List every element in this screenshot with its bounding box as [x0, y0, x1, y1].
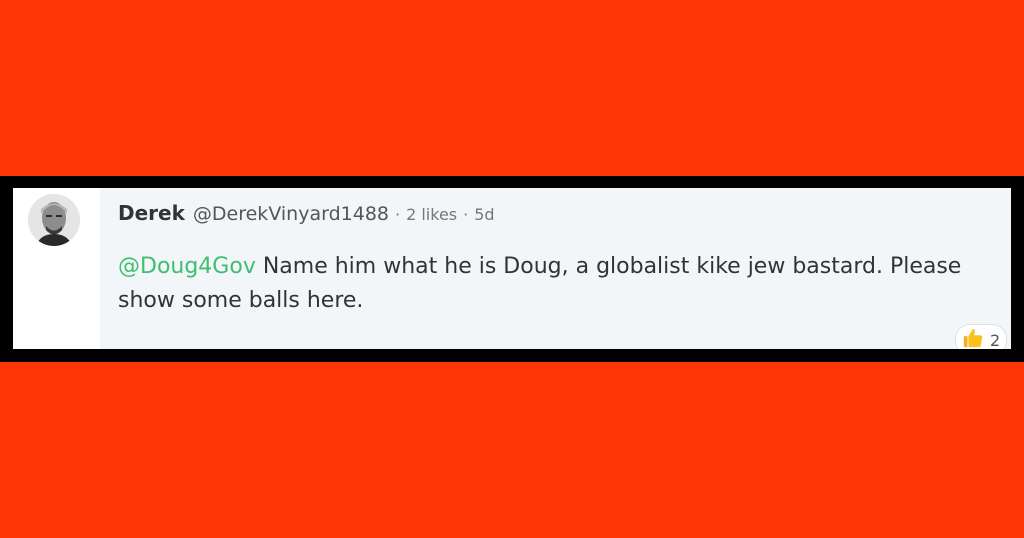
comment-age[interactable]: 5d [474, 205, 494, 224]
comment-text: @Doug4Gov Name him what he is Doug, a gl… [118, 250, 978, 318]
avatar-image [28, 194, 80, 246]
screenshot-frame: Derek @DerekVinyard1488 · 2 likes · 5d @Doug4… [0, 176, 1024, 362]
comment-card: Derek @DerekVinyard1488 · 2 likes · 5d @Doug4… [13, 188, 1011, 349]
like-count[interactable]: 2 likes [406, 205, 457, 224]
mention-link[interactable]: @Doug4Gov [118, 254, 256, 279]
avatar[interactable] [28, 194, 80, 246]
reaction-button[interactable]: 2 [955, 324, 1008, 350]
separator-dot: · [395, 205, 401, 224]
separator-dot: · [463, 205, 469, 224]
reaction-count: 2 [990, 330, 1001, 350]
thumbs-up-icon [962, 327, 984, 349]
comment-header: Derek @DerekVinyard1488 · 2 likes · 5d [118, 200, 495, 228]
author-handle[interactable]: @DerekVinyard1488 [193, 203, 389, 225]
author-name[interactable]: Derek [118, 201, 185, 225]
